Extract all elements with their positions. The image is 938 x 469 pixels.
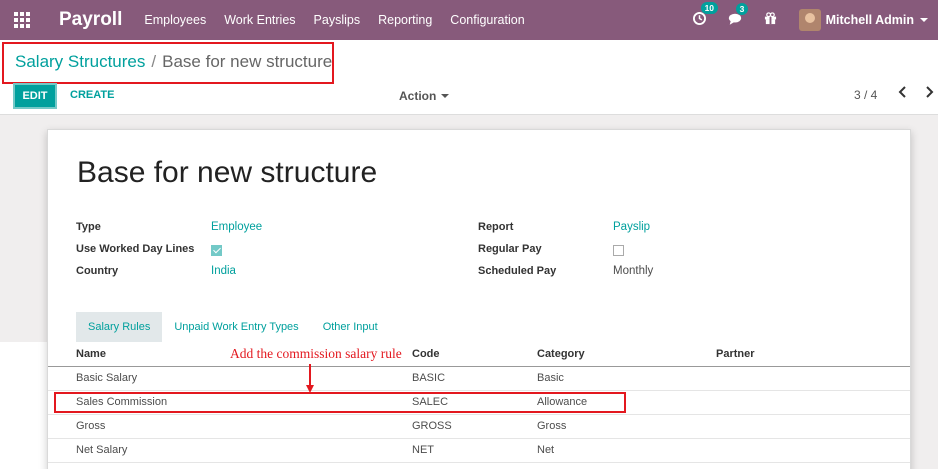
- action-label: Action: [399, 89, 437, 103]
- systray: 10 3 Mitchell Admin: [692, 0, 938, 40]
- type-label: Type: [76, 221, 101, 233]
- app-brand[interactable]: Payroll: [59, 9, 122, 31]
- activity-badge: 10: [700, 2, 719, 14]
- chevron-down-icon: [441, 94, 450, 98]
- table-row[interactable]: Basic Salary BASIC Basic: [48, 367, 910, 391]
- column-header-partner[interactable]: Partner: [716, 348, 755, 360]
- menu-configuration[interactable]: Configuration: [450, 13, 524, 27]
- gift-icon[interactable]: [764, 12, 777, 28]
- tab-unpaid-work-entry-types[interactable]: Unpaid Work Entry Types: [162, 312, 310, 342]
- pager-previous-icon[interactable]: [898, 85, 912, 101]
- column-header-name[interactable]: Name: [76, 348, 106, 360]
- main-menu: Employees Work Entries Payslips Reportin…: [144, 13, 542, 27]
- column-header-code[interactable]: Code: [412, 348, 440, 360]
- menu-employees[interactable]: Employees: [144, 13, 206, 27]
- action-dropdown[interactable]: Action: [399, 89, 450, 103]
- notebook-tabs: Salary Rules Unpaid Work Entry Types Oth…: [76, 312, 390, 342]
- type-value[interactable]: Employee: [211, 221, 262, 233]
- apps-menu-icon[interactable]: [0, 0, 44, 40]
- form-sheet: Base for new structure Type Employee Use…: [47, 129, 911, 469]
- use-worked-day-lines-label: Use Worked Day Lines: [76, 243, 195, 255]
- country-label: Country: [76, 265, 119, 277]
- scheduled-pay-value: Monthly: [613, 265, 654, 277]
- cell-name: Net Salary: [76, 444, 128, 456]
- annotation-arrowhead-icon: [306, 385, 314, 393]
- table-row[interactable]: Gross GROSS Gross: [48, 415, 910, 439]
- messages-icon[interactable]: 3: [728, 2, 749, 28]
- activity-clock-icon[interactable]: 10: [692, 2, 719, 28]
- cell-category: Basic: [537, 372, 564, 384]
- user-name[interactable]: Mitchell Admin: [826, 13, 914, 27]
- breadcrumb-highlight-box: [2, 42, 334, 84]
- cell-code: GROSS: [412, 420, 452, 432]
- cell-name: Basic Salary: [76, 372, 138, 384]
- messages-badge: 3: [735, 2, 749, 15]
- use-worked-day-lines-checkbox[interactable]: [211, 245, 222, 256]
- annotation-text: Add the commission salary rule: [230, 346, 402, 361]
- pager-value[interactable]: 3 / 4: [854, 88, 877, 102]
- tab-salary-rules[interactable]: Salary Rules: [76, 312, 163, 342]
- country-value[interactable]: India: [211, 265, 236, 277]
- edit-button[interactable]: EDIT: [13, 83, 57, 109]
- table-row[interactable]: Net Salary NET Net: [48, 439, 910, 463]
- tab-other-input[interactable]: Other Input: [311, 312, 390, 342]
- control-panel: Salary Structures / Base for new structure…: [0, 40, 938, 115]
- cell-category: Gross: [537, 420, 567, 432]
- annotation-arrow-icon: [309, 364, 311, 385]
- menu-work-entries[interactable]: Work Entries: [224, 13, 295, 27]
- column-header-category[interactable]: Category: [537, 348, 585, 360]
- report-label: Report: [478, 221, 514, 233]
- record-title: Base for new structure: [77, 156, 378, 189]
- user-avatar[interactable]: [798, 9, 821, 31]
- sales-commission-highlight-box: [54, 392, 626, 413]
- pager-next-icon[interactable]: [924, 85, 938, 101]
- left-gutter: [0, 342, 47, 469]
- menu-reporting[interactable]: Reporting: [378, 13, 432, 27]
- cell-name: Gross: [76, 420, 106, 432]
- regular-pay-checkbox[interactable]: [613, 245, 624, 256]
- create-button[interactable]: CREATE: [70, 89, 114, 101]
- report-value[interactable]: Payslip: [613, 221, 650, 233]
- cell-category: Net: [537, 444, 555, 456]
- top-navbar: Payroll Employees Work Entries Payslips …: [0, 0, 938, 40]
- scheduled-pay-label: Scheduled Pay: [478, 265, 557, 277]
- menu-payslips[interactable]: Payslips: [314, 13, 361, 27]
- regular-pay-label: Regular Pay: [478, 243, 542, 255]
- cell-code: NET: [412, 444, 434, 456]
- cell-code: BASIC: [412, 372, 446, 384]
- user-menu-caret-icon[interactable]: [920, 18, 928, 22]
